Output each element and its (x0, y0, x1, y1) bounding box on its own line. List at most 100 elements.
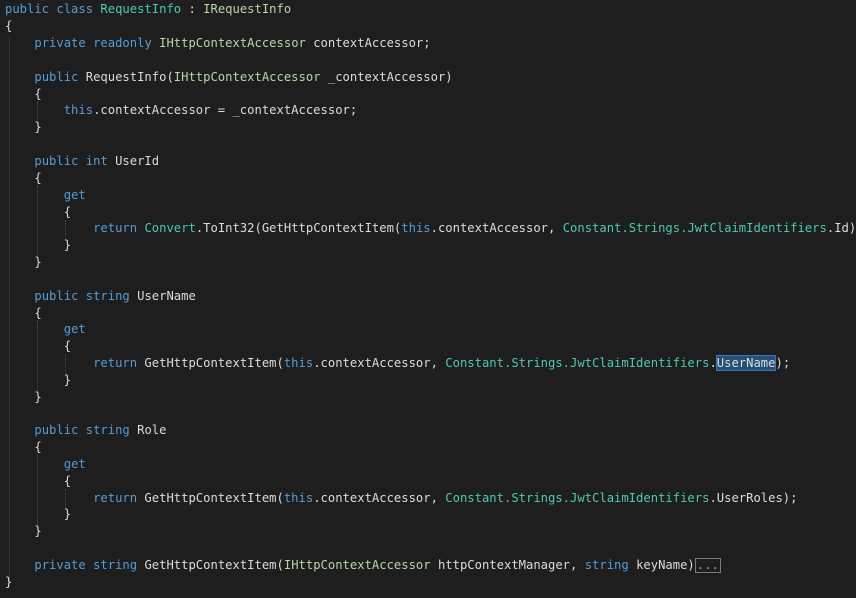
identifier: .contextAccessor, (313, 356, 446, 370)
code-line-ctor-body[interactable]: this.contextAccessor = _contextAccessor; (5, 102, 358, 119)
code-line-method-signature[interactable]: private string GetHttpContextItem(IHttpC… (5, 557, 721, 574)
brace: } (63, 373, 72, 387)
keyword: string (584, 558, 629, 572)
keyword: private (34, 36, 86, 50)
keyword: string (93, 558, 138, 572)
code-line-close-brace[interactable]: } (5, 254, 42, 271)
keyword: class (56, 2, 94, 16)
class-name: RequestInfo (100, 2, 182, 16)
punctuation: : (181, 2, 204, 16)
identifier: RequestInfo( (78, 70, 174, 84)
code-line-get[interactable]: get (5, 187, 86, 204)
keyword: return (93, 221, 138, 235)
identifier: keyName) (628, 558, 695, 572)
code-line-prop-username[interactable]: public string UserName (5, 288, 196, 305)
code-line-open-brace[interactable]: { (5, 473, 71, 490)
code-line-return-role[interactable]: return GetHttpContextItem(this.contextAc… (5, 490, 798, 507)
code-line-prop-userid[interactable]: public int UserId (5, 153, 159, 170)
code-line-close-brace[interactable]: } (5, 506, 71, 523)
identifier: UserId (107, 154, 160, 168)
brace: } (34, 120, 42, 134)
brace: } (63, 238, 72, 252)
code-line-get[interactable]: get (5, 456, 86, 473)
brace: { (34, 440, 42, 454)
code-line-return-userid[interactable]: return Convert.ToInt32(GetHttpContextIte… (5, 220, 856, 237)
code-line-open-brace[interactable]: { (5, 170, 42, 187)
keyword: readonly (93, 36, 152, 50)
code-line-get[interactable]: get (5, 321, 86, 338)
keyword: this (283, 356, 314, 370)
code-line-prop-role[interactable]: public string Role (5, 422, 166, 439)
keyword: string (85, 289, 130, 303)
type-name: IHttpContextAccessor (173, 70, 321, 84)
identifier: .Id)); (826, 221, 856, 235)
code-line-close-brace[interactable]: } (5, 372, 71, 389)
keyword: this (63, 103, 94, 117)
brace: } (63, 507, 72, 521)
brace: } (34, 390, 42, 404)
identifier: GetHttpContextItem( (137, 356, 284, 370)
keyword: private (34, 558, 86, 572)
identifier: .ToInt32(GetHttpContextItem( (195, 221, 402, 235)
identifier: .contextAccessor, (313, 491, 446, 505)
brace: } (34, 524, 42, 538)
code-editor[interactable]: public class RequestInfo : IRequestInfo … (0, 0, 856, 598)
brace: { (34, 171, 42, 185)
identifier: GetHttpContextItem( (137, 558, 284, 572)
keyword: this (401, 221, 431, 235)
type-name: IHttpContextAccessor (159, 36, 306, 50)
punctuation: . (709, 356, 717, 370)
identifier: contextAccessor; (305, 36, 431, 50)
selected-text[interactable]: UserName (715, 355, 777, 371)
code-line-open-brace[interactable]: { (5, 305, 42, 322)
code-line-return-username[interactable]: return GetHttpContextItem(this.contextAc… (5, 355, 790, 372)
code-line-open-brace[interactable]: { (5, 18, 12, 35)
keyword: public (34, 423, 79, 437)
code-line-open-brace[interactable]: { (5, 439, 42, 456)
interface-name: IRequestInfo (203, 2, 292, 16)
type-name: Constant.Strings.JwtClaimIdentifiers (445, 491, 710, 505)
keyword: public (34, 70, 79, 84)
type-name: Constant.Strings.JwtClaimIdentifiers (445, 356, 710, 370)
keyword: public (34, 154, 79, 168)
identifier: httpContextManager, (430, 558, 585, 572)
identifier: ); (775, 356, 791, 370)
type-name: IHttpContextAccessor (283, 558, 431, 572)
collapsed-region-indicator[interactable]: ... (694, 558, 721, 573)
keyword: public (34, 289, 79, 303)
identifier: GetHttpContextItem( (137, 491, 284, 505)
code-line-open-brace[interactable]: { (5, 338, 71, 355)
keyword: return (93, 491, 138, 505)
identifier: _contextAccessor) (320, 70, 453, 84)
keyword: get (63, 322, 86, 336)
code-line-field[interactable]: private readonly IHttpContextAccessor co… (5, 35, 431, 52)
keyword: get (63, 188, 86, 202)
identifier: .contextAccessor = _contextAccessor; (93, 103, 358, 117)
brace: { (34, 87, 42, 101)
identifier: Role (129, 423, 167, 437)
code-line-close-brace[interactable]: } (5, 574, 12, 591)
code-line-close-brace[interactable]: } (5, 237, 71, 254)
code-line-ctor-signature[interactable]: public RequestInfo(IHttpContextAccessor … (5, 69, 453, 86)
keyword: this (283, 491, 314, 505)
type-name: Convert (144, 221, 196, 235)
keyword: int (85, 154, 108, 168)
identifier: .contextAccessor, (430, 221, 563, 235)
code-line-close-brace[interactable]: } (5, 523, 42, 540)
keyword: return (93, 356, 138, 370)
identifier: UserName (129, 289, 196, 303)
code-line-close-brace[interactable]: } (5, 389, 42, 406)
code-line-class-declaration[interactable]: public class RequestInfo : IRequestInfo (5, 1, 291, 18)
brace: } (5, 575, 13, 589)
brace: { (5, 19, 13, 33)
type-name: Constant.Strings.JwtClaimIdentifiers (562, 221, 827, 235)
keyword: public (5, 2, 50, 16)
brace: { (34, 306, 42, 320)
code-line-open-brace[interactable]: { (5, 204, 71, 221)
brace: } (34, 255, 42, 269)
brace: { (63, 474, 72, 488)
brace: { (63, 339, 72, 353)
code-line-open-brace[interactable]: { (5, 86, 42, 103)
code-line-close-brace[interactable]: } (5, 119, 42, 136)
identifier: .UserRoles); (709, 491, 798, 505)
